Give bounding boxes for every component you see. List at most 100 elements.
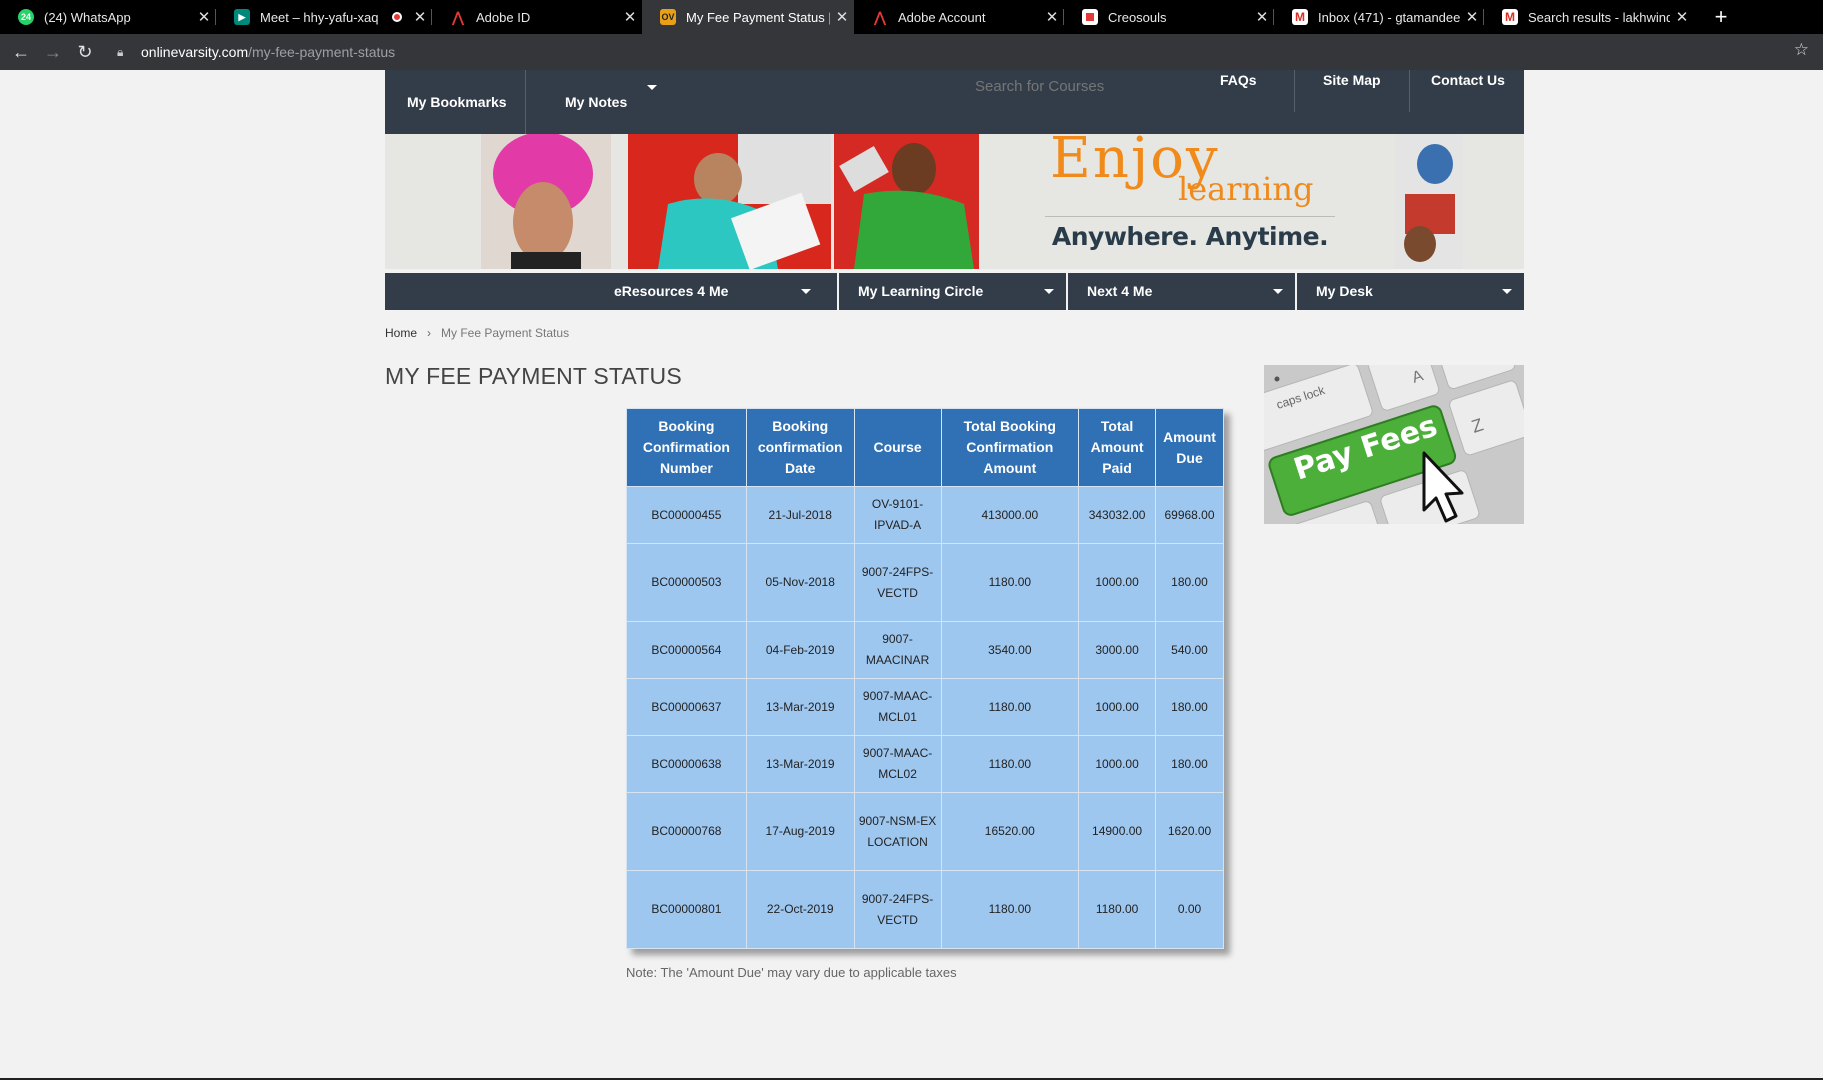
site-map-link[interactable]: Site Map	[1323, 72, 1381, 88]
menu-label: My Desk	[1316, 283, 1373, 299]
table-cell: 9007-24FPS-VECTD	[853, 543, 942, 622]
close-icon[interactable]: ✕	[408, 8, 432, 26]
bookmark-star-icon[interactable]: ☆	[1794, 40, 1809, 60]
page-title: MY FEE PAYMENT STATUS	[385, 363, 682, 389]
table-cell: BC00000768	[626, 792, 747, 871]
table-cell: 9007-24FPS-VECTD	[853, 870, 942, 949]
table-cell: BC00000564	[626, 621, 747, 679]
tab-title: Adobe ID	[476, 9, 531, 25]
fee-payment-table: Booking Confirmation Number Booking conf…	[626, 408, 1224, 949]
table-row: BC00000801 22-Oct-2019 9007-24FPS-VECTD …	[626, 870, 1224, 949]
menu-next-4-me[interactable]: Next 4 Me	[1068, 273, 1295, 310]
tab-gmail-inbox[interactable]: M Inbox (471) - gtamandeer@ ✕	[1274, 0, 1484, 34]
tab-title: Adobe Account	[898, 9, 986, 25]
menu-my-desk[interactable]: My Desk	[1297, 273, 1524, 310]
site-top-nav: My Bookmarks My Notes FAQs Site Map Cont…	[385, 70, 1524, 134]
course-search-input[interactable]	[975, 72, 1145, 100]
table-cell: BC00000637	[626, 678, 747, 736]
table-cell: 180.00	[1155, 543, 1224, 622]
close-icon[interactable]: ✕	[618, 8, 642, 26]
table-cell: 9007-MAAC-MCL02	[853, 735, 942, 793]
close-icon[interactable]: ✕	[1460, 8, 1484, 26]
menu-label: Next 4 Me	[1087, 283, 1153, 299]
tab-title: Creosouls	[1108, 9, 1167, 25]
table-cell: 1000.00	[1078, 543, 1157, 622]
students-group-photo	[1395, 134, 1463, 269]
table-cell: 13-Mar-2019	[745, 735, 855, 793]
url-host: onlinevarsity.com	[141, 44, 249, 60]
whatsapp-icon: 24	[18, 9, 34, 25]
table-cell: 1180.00	[1078, 870, 1157, 949]
table-cell: 69968.00	[1155, 486, 1224, 544]
table-cell: BC00000801	[626, 870, 747, 949]
lock-icon: 🔒︎	[117, 44, 124, 59]
table-row: BC00000768 17-Aug-2019 9007-NSM-EX LOCAT…	[626, 792, 1224, 871]
table-cell: 180.00	[1155, 735, 1224, 793]
banner-learning-text: learning	[1178, 170, 1314, 208]
column-header: Course	[853, 408, 942, 487]
contact-us-link[interactable]: Contact Us	[1431, 72, 1505, 88]
my-bookmarks-link[interactable]: My Bookmarks	[407, 94, 507, 110]
breadcrumb-current: My Fee Payment Status	[441, 326, 570, 340]
chevron-down-icon	[1273, 289, 1283, 294]
column-header: Booking Confirmation Number	[626, 408, 747, 487]
chevron-down-icon[interactable]	[647, 85, 657, 90]
student-turban-photo	[481, 134, 611, 269]
back-arrow-icon[interactable]: ←	[9, 40, 33, 64]
menu-learning-circle[interactable]: My Learning Circle	[839, 273, 1066, 310]
tab-whatsapp[interactable]: 24 (24) WhatsApp ✕	[0, 0, 216, 34]
tab-title: Inbox (471) - gtamandeer@	[1318, 9, 1460, 25]
breadcrumb-home[interactable]: Home	[385, 326, 417, 340]
url-field[interactable]: 🔒︎ onlinevarsity.com/my-fee-payment-stat…	[117, 37, 1807, 67]
close-icon[interactable]: ✕	[1670, 8, 1694, 26]
column-header: Total Amount Paid	[1078, 408, 1157, 487]
table-cell: 22-Oct-2019	[745, 870, 855, 949]
recording-icon	[392, 12, 402, 22]
close-icon[interactable]: ✕	[1250, 8, 1274, 26]
table-cell: 13-Mar-2019	[745, 678, 855, 736]
table-cell: 1180.00	[940, 678, 1080, 736]
pay-fees-banner[interactable]: caps lock A Z Pay Fees	[1264, 365, 1524, 524]
close-icon[interactable]: ✕	[1040, 8, 1064, 26]
close-icon[interactable]: ✕	[830, 8, 854, 26]
tab-adobe-id[interactable]: ⋀ Adobe ID ✕	[432, 0, 642, 34]
my-notes-link[interactable]: My Notes	[565, 94, 627, 110]
tab-creosouls[interactable]: Creosouls ✕	[1064, 0, 1274, 34]
creosouls-icon	[1082, 9, 1098, 25]
table-cell: BC00000455	[626, 486, 747, 544]
table-cell: 1180.00	[940, 543, 1080, 622]
table-cell: 3000.00	[1078, 621, 1157, 679]
onlinevarsity-icon: OV	[660, 9, 676, 25]
table-cell: 3540.00	[940, 621, 1080, 679]
new-tab-icon[interactable]: +	[1706, 2, 1736, 32]
menu-eresources[interactable]: eResources 4 Me	[595, 273, 823, 310]
adobe-icon: ⋀	[450, 9, 466, 25]
table-header-row: Booking Confirmation Number Booking conf…	[626, 408, 1224, 487]
table-cell: 413000.00	[940, 486, 1080, 544]
tab-adobe-account[interactable]: ⋀ Adobe Account ✕	[854, 0, 1064, 34]
close-icon[interactable]: ✕	[192, 8, 216, 26]
table-cell: 1620.00	[1155, 792, 1224, 871]
table-cell: 1180.00	[940, 870, 1080, 949]
forward-arrow-icon[interactable]: →	[41, 40, 65, 64]
reload-icon[interactable]: ↻	[73, 40, 97, 64]
column-header: Total Booking Confirmation Amount	[940, 408, 1080, 487]
table-row: BC00000637 13-Mar-2019 9007-MAAC-MCL01 1…	[626, 678, 1224, 736]
tab-gmail-search[interactable]: M Search results - lakhwinders ✕	[1484, 0, 1694, 34]
breadcrumb-separator: ›	[427, 326, 432, 340]
table-row: BC00000455 21-Jul-2018 OV-9101-IPVAD-A 4…	[626, 486, 1224, 544]
column-header: Booking confirmation Date	[745, 408, 855, 487]
tab-meet[interactable]: ▶ Meet – hhy-yafu-xaq ✕	[216, 0, 432, 34]
tab-fee-payment-status[interactable]: OV My Fee Payment Status | On ✕	[642, 0, 854, 34]
breadcrumb: Home › My Fee Payment Status	[385, 326, 569, 340]
column-header: Amount Due	[1155, 408, 1224, 487]
tab-title: (24) WhatsApp	[44, 9, 131, 25]
banner-tagline: Anywhere. Anytime.	[1051, 222, 1329, 251]
table-cell: 16520.00	[940, 792, 1080, 871]
table-cell: 180.00	[1155, 678, 1224, 736]
main-menu-bar: eResources 4 Me My Learning Circle Next …	[385, 273, 1524, 310]
faqs-link[interactable]: FAQs	[1220, 72, 1257, 88]
browser-address-bar: ← → ↻ 🔒︎ onlinevarsity.com/my-fee-paymen…	[0, 34, 1823, 70]
table-cell: BC00000503	[626, 543, 747, 622]
table-cell: 17-Aug-2019	[745, 792, 855, 871]
